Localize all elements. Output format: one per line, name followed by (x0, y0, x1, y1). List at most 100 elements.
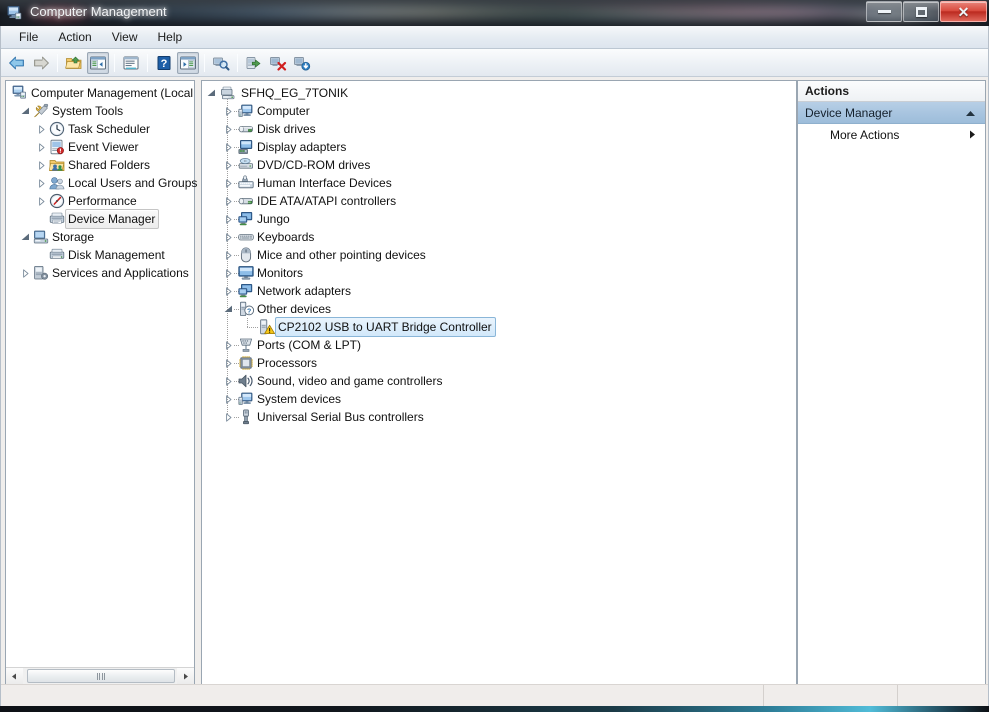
update-driver-button[interactable] (243, 52, 265, 74)
device-tree-item[interactable]: Monitors (202, 264, 796, 282)
expand-twisty-icon[interactable] (20, 264, 31, 282)
console-tree-item-label: Services and Applications (52, 266, 189, 280)
console-tree-item[interactable]: Event Viewer (6, 138, 194, 156)
device-tree-item[interactable]: Human Interface Devices (202, 174, 796, 192)
action-item-more-actions[interactable]: More Actions (798, 124, 985, 146)
maximize-button[interactable] (903, 1, 939, 22)
scroll-left-button[interactable] (6, 668, 23, 684)
console-tree-item[interactable]: Services and Applications (6, 264, 194, 282)
up-one-level-button[interactable] (63, 52, 85, 74)
other-devices-icon: ? (238, 301, 255, 317)
device-tree-item[interactable]: Sound, video and game controllers (202, 372, 796, 390)
device-tree-item[interactable]: Display adapters (202, 138, 796, 156)
properties-icon (123, 56, 139, 69)
expand-twisty-icon[interactable] (223, 120, 234, 138)
properties-button[interactable] (120, 52, 142, 74)
console-tree-item[interactable]: Performance (6, 192, 194, 210)
collapse-twisty-icon[interactable] (20, 228, 31, 246)
chevron-up-icon[interactable] (965, 106, 976, 120)
expand-twisty-icon[interactable] (36, 174, 47, 192)
expand-twisty-icon[interactable] (223, 210, 234, 228)
show-hide-action-pane-button[interactable] (177, 51, 199, 74)
expand-twisty-icon[interactable] (36, 138, 47, 156)
console-tree-item[interactable]: Local Users and Groups (6, 174, 197, 192)
console-tree-item-label: Storage (52, 230, 95, 244)
triangle-right-icon (184, 673, 188, 679)
device-tree-item-label: Monitors (257, 266, 304, 280)
collapse-twisty-icon[interactable] (20, 102, 31, 120)
console-tree-item[interactable]: Disk Management (6, 246, 194, 264)
collapse-twisty-icon[interactable] (223, 300, 234, 318)
menu-help[interactable]: Help (148, 26, 193, 48)
console-tree-item[interactable]: Computer Management (Local (6, 84, 194, 102)
scroll-right-button[interactable] (177, 668, 194, 684)
expand-twisty-icon[interactable] (223, 174, 234, 192)
device-tree-item[interactable]: System devices (202, 390, 796, 408)
system-tools-icon (33, 103, 49, 119)
expand-twisty-icon[interactable] (223, 192, 234, 210)
forward-button[interactable] (30, 52, 52, 74)
device-tree-item[interactable]: Keyboards (202, 228, 796, 246)
menu-action[interactable]: Action (48, 26, 101, 48)
back-arrow-icon (9, 56, 24, 69)
maximize-icon (915, 6, 927, 17)
device-tree-item[interactable]: Ports (COM & LPT) (202, 336, 796, 354)
expand-twisty-icon[interactable] (223, 354, 234, 372)
title-bar[interactable]: Computer Management ✕ (0, 0, 989, 26)
device-tree-item[interactable]: Network adapters (202, 282, 796, 300)
console-tree-horizontal-scrollbar[interactable] (6, 667, 194, 684)
console-tree-item[interactable]: System Tools (6, 102, 194, 120)
expand-twisty-icon[interactable] (223, 246, 234, 264)
console-tree[interactable]: Computer Management (Local System Tools Ta… (6, 81, 197, 282)
back-button[interactable] (6, 52, 28, 74)
disable-device-button[interactable] (291, 52, 313, 74)
device-tree[interactable]: SFHQ_EG_7TONIK Computer Disk drives Display… (202, 81, 796, 426)
expand-twisty-icon[interactable] (223, 264, 234, 282)
usb-icon (238, 409, 254, 425)
expand-twisty-icon[interactable] (36, 120, 47, 138)
expand-twisty-icon[interactable] (223, 336, 234, 354)
scrollbar-track[interactable] (23, 668, 177, 684)
menu-file[interactable]: File (9, 26, 48, 48)
help-button[interactable]: ? (153, 52, 175, 74)
actions-group-label: Device Manager (805, 105, 893, 120)
scrollbar-thumb[interactable] (27, 669, 175, 683)
device-tree-item[interactable]: Disk drives (202, 120, 796, 138)
expand-twisty-icon[interactable] (223, 102, 234, 120)
expand-twisty-icon[interactable] (223, 228, 234, 246)
expand-twisty-icon[interactable] (223, 372, 234, 390)
uninstall-device-button[interactable] (267, 52, 289, 74)
desktop-background: Computer Management ✕ File Action View H… (0, 0, 989, 712)
triangle-left-icon (12, 673, 16, 679)
device-tree-item[interactable]: ? Other devices (202, 300, 796, 318)
menu-view[interactable]: View (102, 26, 148, 48)
device-tree-item[interactable]: IDE ATA/ATAPI controllers (202, 192, 796, 210)
expand-twisty-icon[interactable] (223, 138, 234, 156)
console-tree-item[interactable]: Storage (6, 228, 194, 246)
expand-twisty-icon[interactable] (223, 156, 234, 174)
device-tree-item[interactable]: DVD/CD-ROM drives (202, 156, 796, 174)
expand-twisty-icon[interactable] (223, 390, 234, 408)
actions-group-device-manager[interactable]: Device Manager (798, 102, 985, 124)
device-tree-item[interactable]: CP2102 USB to UART Bridge Controller (202, 317, 796, 337)
device-tree-root[interactable]: SFHQ_EG_7TONIK (202, 84, 796, 102)
collapse-twisty-icon[interactable] (206, 84, 217, 102)
window-controls: ✕ (865, 1, 987, 23)
expand-twisty-icon[interactable] (223, 282, 234, 300)
device-tree-item[interactable]: Processors (202, 354, 796, 372)
console-tree-item[interactable]: Task Scheduler (6, 120, 194, 138)
console-tree-item[interactable]: Device Manager (6, 209, 194, 229)
device-tree-item[interactable]: Computer (202, 102, 796, 120)
expand-twisty-icon[interactable] (36, 192, 47, 210)
device-tree-item[interactable]: Jungo (202, 210, 796, 228)
ide-controller-icon (238, 193, 254, 209)
minimize-button[interactable] (866, 1, 902, 22)
scan-for-hardware-changes-button[interactable] (210, 52, 232, 74)
expand-twisty-icon[interactable] (223, 408, 234, 426)
expand-twisty-icon[interactable] (36, 156, 47, 174)
show-hide-console-tree-button[interactable] (87, 51, 109, 74)
device-tree-item[interactable]: Mice and other pointing devices (202, 246, 796, 264)
device-tree-item[interactable]: Universal Serial Bus controllers (202, 408, 796, 426)
close-button[interactable]: ✕ (940, 1, 987, 22)
console-tree-item[interactable]: Shared Folders (6, 156, 194, 174)
